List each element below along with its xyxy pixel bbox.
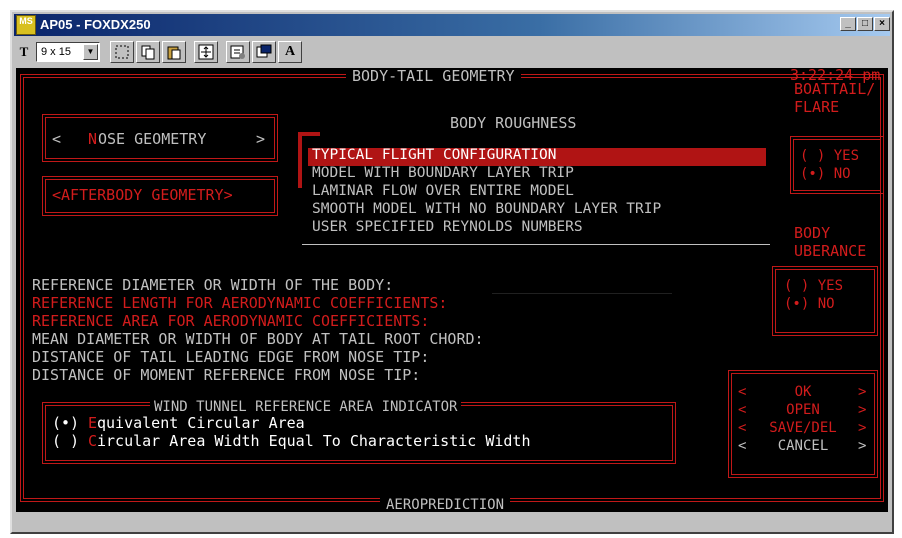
boattail-label-2: FLARE (794, 98, 840, 116)
mark-icon[interactable] (110, 41, 134, 63)
open-label: OPEN (786, 402, 820, 418)
paste-icon[interactable] (162, 41, 186, 63)
app-icon[interactable]: MS (16, 15, 36, 35)
ok-label: OK (794, 384, 812, 400)
app-window: MS AP05 - FOXDX250 _ □ × T 9 x 15 ▼ A BO… (10, 10, 894, 534)
equivalent-area-radio[interactable]: (•) E quivalent Circular Area (52, 414, 662, 432)
maximize-button[interactable]: □ (857, 17, 873, 31)
boattail-label-1: BOATTAIL/ (794, 80, 876, 98)
roughness-option-4[interactable]: SMOOTH MODEL WITH NO BOUNDARY LAYER TRIP (312, 201, 661, 217)
save-delete-label: SAVE/DEL (769, 420, 837, 436)
equivalent-area-label: quivalent Circular Area (97, 414, 305, 432)
font-size-select[interactable]: 9 x 15 ▼ (36, 42, 100, 62)
nose-geometry-label: OSE GEOMETRY (98, 130, 207, 148)
nose-left-bracket: < (52, 130, 62, 148)
save-delete-button[interactable]: < SAVE/DEL > (738, 420, 868, 438)
ok-button[interactable]: < OK > (738, 384, 868, 402)
protuberance-yes-radio[interactable]: ( ) YES (784, 278, 843, 294)
font-icon[interactable]: T (16, 44, 32, 60)
bottom-title-wrap: AEROPREDICTION (380, 494, 511, 512)
title-bar[interactable]: MS AP05 - FOXDX250 _ □ × (14, 14, 890, 36)
open-button[interactable]: < OPEN > (738, 402, 868, 420)
bottom-title: AEROPREDICTION (386, 497, 505, 512)
dropdown-divider (302, 244, 770, 245)
font-bold-icon[interactable]: A (278, 41, 302, 63)
toolbar: T 9 x 15 ▼ A (14, 38, 890, 66)
mean-diameter-input[interactable] (606, 331, 766, 348)
minimize-button[interactable]: _ (840, 17, 856, 31)
font-size-value: 9 x 15 (41, 46, 71, 58)
boattail-no-radio[interactable]: (•) NO (800, 166, 851, 182)
nose-right-bracket: > (256, 130, 266, 148)
moment-reference-label: DISTANCE OF MOMENT REFERENCE FROM NOSE T… (32, 366, 421, 384)
circular-area-mark: ( ) (52, 432, 80, 450)
cancel-button[interactable]: < CANCEL > (738, 438, 868, 456)
cancel-label: CANCEL (777, 438, 829, 454)
roughness-option-2[interactable]: MODEL WITH BOUNDARY LAYER TRIP (312, 165, 574, 181)
protuberance-no-radio[interactable]: (•) NO (784, 296, 835, 312)
body-roughness-label: BODY ROUGHNESS (450, 114, 577, 132)
moment-reference-input[interactable] (520, 367, 700, 384)
afterbody-geometry-button[interactable]: <AFTERBODY GEOMETRY> (52, 186, 233, 204)
circular-area-radio[interactable]: ( ) C ircular Area Width Equal To Charac… (52, 432, 662, 450)
ok-right-bracket: > (858, 384, 867, 400)
save-right-bracket: > (858, 420, 867, 436)
screen-title-wrap: BODY-TAIL GEOMETRY (346, 68, 521, 85)
mean-diameter-label: MEAN DIAMETER OR WIDTH OF BODY AT TAIL R… (32, 330, 484, 348)
roughness-option-1[interactable]: TYPICAL FLIGHT CONFIGURATION (312, 147, 556, 163)
protuberance-label-2: UBERANCE (794, 242, 867, 260)
copy-icon[interactable] (136, 41, 160, 63)
cancel-right-bracket: > (858, 438, 867, 454)
chevron-down-icon[interactable]: ▼ (83, 44, 98, 60)
circular-area-hotkey: C (88, 432, 98, 450)
wind-tunnel-title-wrap: WIND TUNNEL REFERENCE AREA INDICATOR (150, 396, 462, 415)
screen-title: BODY-TAIL GEOMETRY (352, 68, 515, 85)
boattail-frame (790, 136, 884, 194)
window-title: AP05 - FOXDX250 (40, 17, 151, 32)
status-bar (16, 514, 888, 532)
boattail-yes-radio[interactable]: ( ) YES (800, 148, 859, 164)
nose-hotkey: N (88, 130, 98, 148)
close-button[interactable]: × (874, 17, 890, 31)
roughness-option-5[interactable]: USER SPECIFIED REYNOLDS NUMBERS (312, 219, 583, 235)
background-icon[interactable] (252, 41, 276, 63)
properties-icon[interactable] (226, 41, 250, 63)
nose-geometry-button[interactable]: < N OSE GEOMETRY > (52, 130, 272, 150)
tail-leading-edge-label: DISTANCE OF TAIL LEADING EDGE FROM NOSE … (32, 348, 430, 366)
reference-area-label: REFERENCE AREA FOR AERODYNAMIC COEFFICIE… (32, 312, 430, 330)
reference-length-label: REFERENCE LENGTH FOR AERODYNAMIC COEFFIC… (32, 294, 448, 312)
wind-tunnel-title: WIND TUNNEL REFERENCE AREA INDICATOR (154, 399, 458, 415)
circular-area-label: ircular Area Width Equal To Characterist… (97, 432, 531, 450)
roughness-option-3[interactable]: LAMINAR FLOW OVER ENTIRE MODEL (312, 183, 574, 199)
reference-diameter-label: REFERENCE DIAMETER OR WIDTH OF THE BODY: (32, 276, 394, 294)
fullscreen-icon[interactable] (194, 41, 218, 63)
open-right-bracket: > (858, 402, 867, 418)
tail-leading-edge-input[interactable] (538, 349, 688, 366)
roughness-dropdown[interactable]: TYPICAL FLIGHT CONFIGURATION MODEL WITH … (302, 136, 770, 256)
dos-console: BODY-TAIL GEOMETRY 3:22:24 pm < N OSE GE… (16, 68, 888, 512)
protuberance-label-1: BODY (794, 224, 831, 242)
equivalent-area-hotkey: E (88, 414, 98, 432)
equivalent-area-mark: (•) (52, 414, 80, 432)
reference-diameter-input[interactable] (492, 277, 672, 294)
